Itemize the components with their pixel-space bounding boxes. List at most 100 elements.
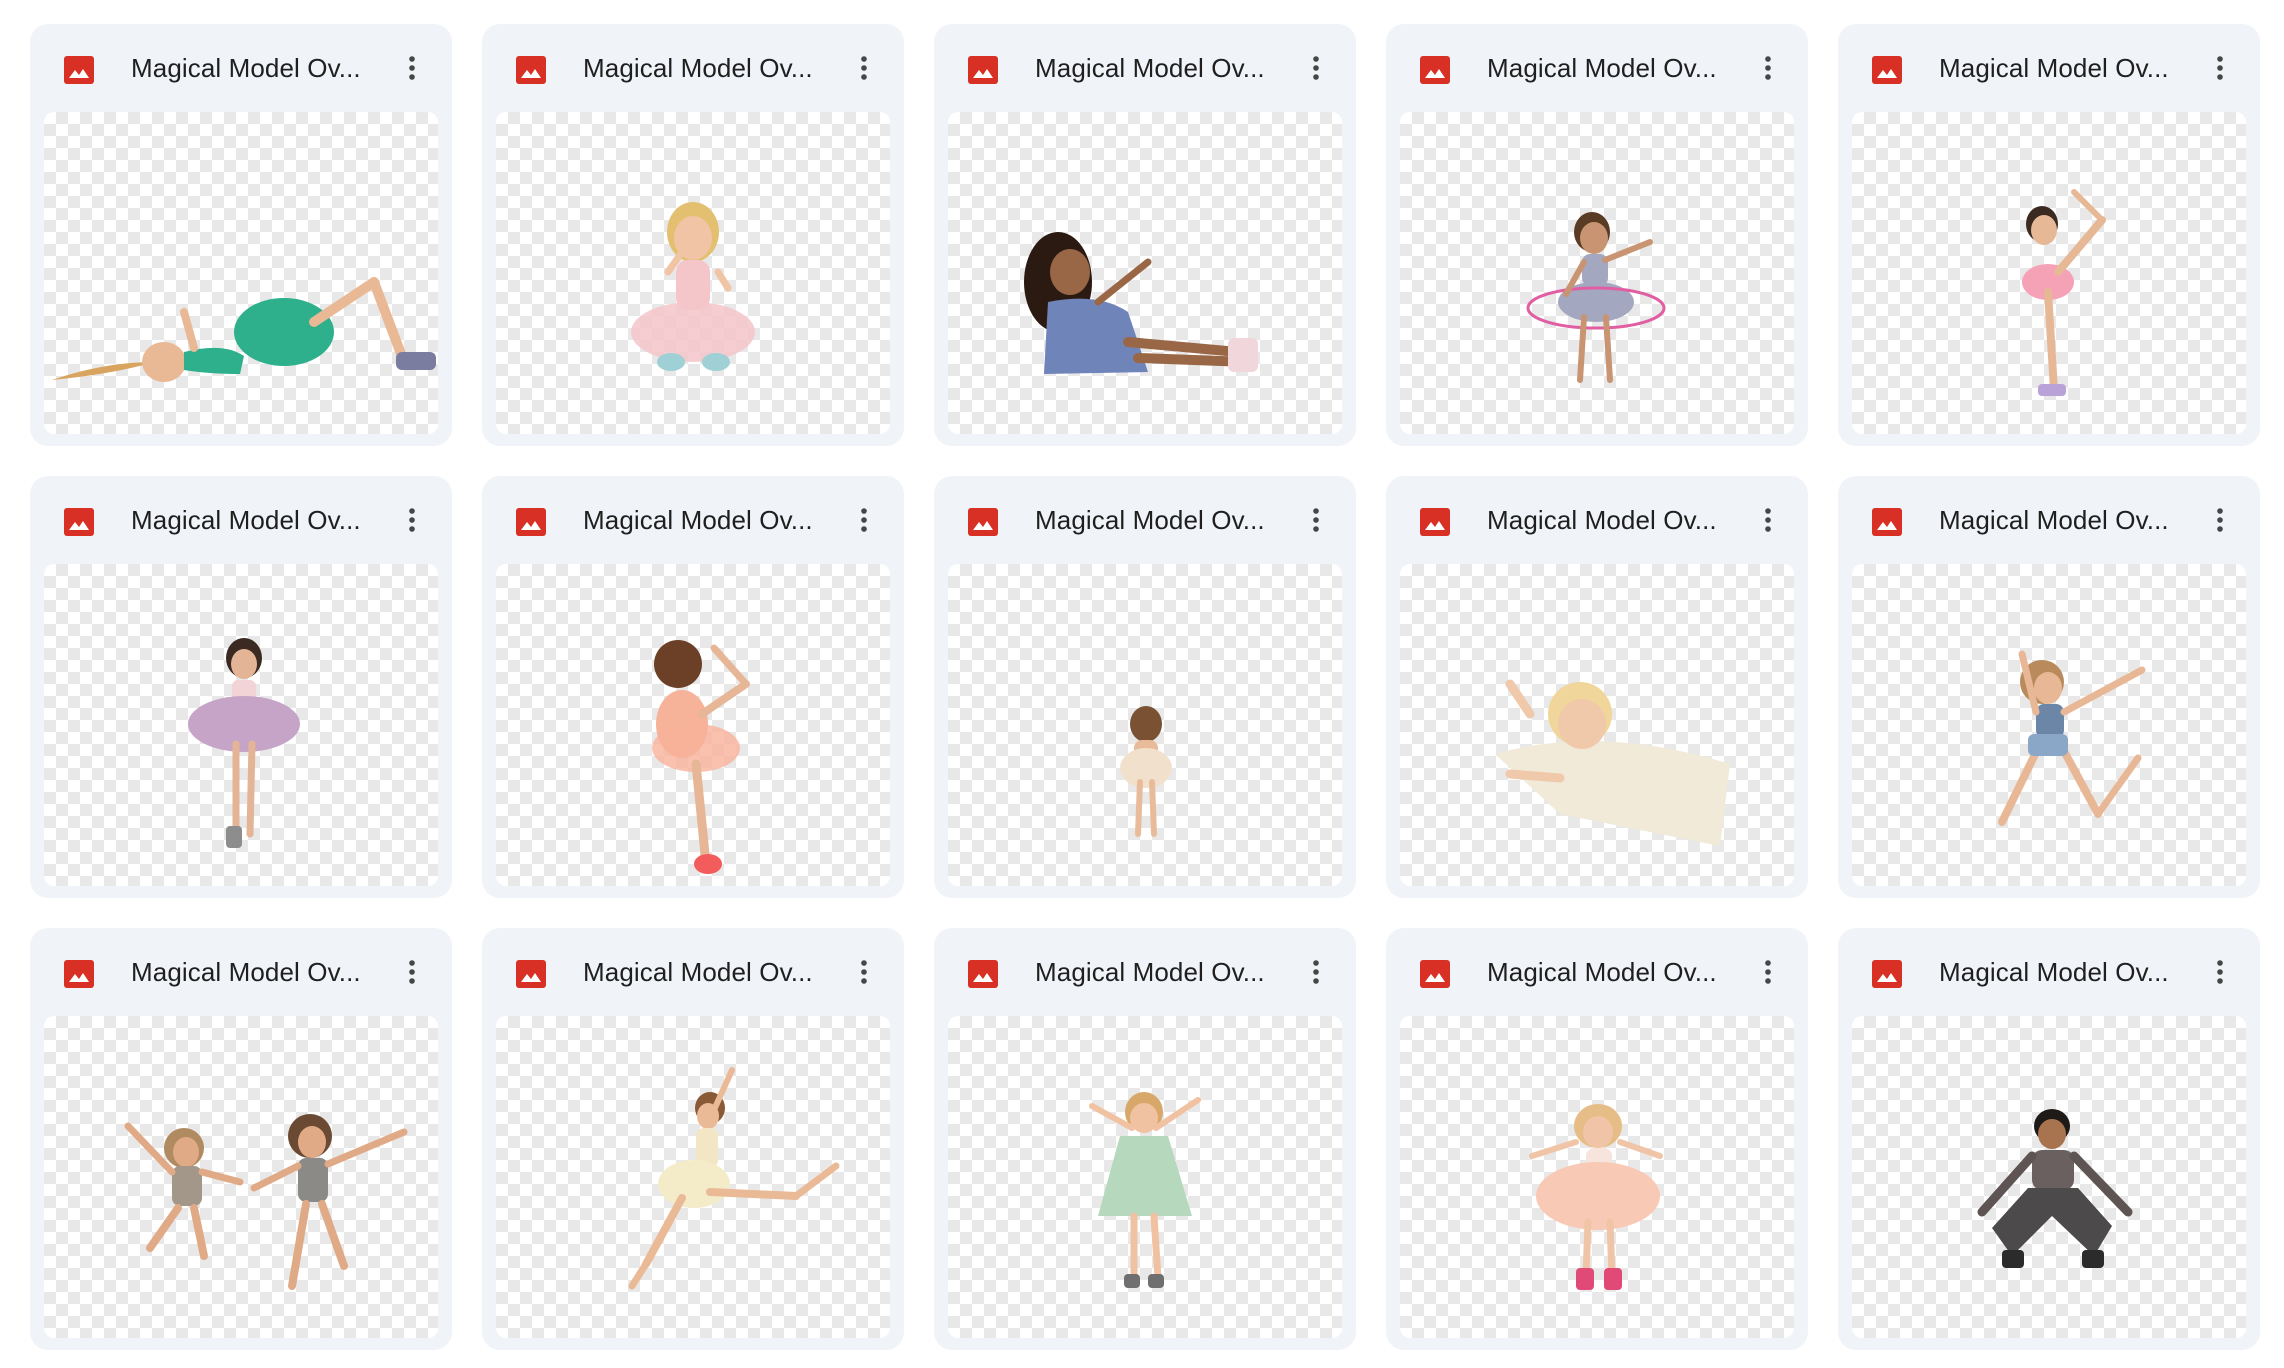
file-card-header: Magical Model Ov...	[1838, 24, 2260, 112]
image-file-icon	[516, 508, 546, 536]
more-vert-icon[interactable]	[844, 500, 884, 540]
file-name: Magical Model Ov...	[131, 505, 361, 535]
file-card[interactable]: Magical Model Ov...	[482, 476, 904, 898]
image-file-icon	[1872, 56, 1902, 84]
file-card[interactable]: Magical Model Ov...	[482, 928, 904, 1350]
file-name: Magical Model Ov...	[1487, 53, 1717, 83]
image-file-icon	[1420, 508, 1450, 536]
file-card[interactable]: Magical Model Ov...	[934, 24, 1356, 446]
more-vert-icon[interactable]	[392, 500, 432, 540]
image-file-icon	[516, 960, 546, 988]
image-file-icon	[516, 56, 546, 84]
file-card-header: Magical Model Ov...	[1386, 24, 1808, 112]
image-file-icon	[1420, 960, 1450, 988]
file-card[interactable]: Magical Model Ov...	[1838, 928, 2260, 1350]
file-thumbnail[interactable]	[1852, 1016, 2246, 1338]
figure	[1024, 232, 1258, 374]
more-vert-icon[interactable]	[2200, 500, 2240, 540]
more-vert-icon[interactable]	[1748, 48, 1788, 88]
file-card-header: Magical Model Ov...	[30, 928, 452, 1016]
figure	[1495, 679, 1730, 846]
file-thumbnail[interactable]	[44, 1016, 438, 1338]
file-name: Magical Model Ov...	[1939, 957, 2169, 987]
image-file-icon	[1420, 56, 1450, 84]
file-card-header: Magical Model Ov...	[482, 928, 904, 1016]
more-vert-icon[interactable]	[1296, 952, 1336, 992]
file-name: Magical Model Ov...	[583, 957, 813, 987]
figure	[52, 277, 436, 382]
more-vert-icon[interactable]	[1296, 500, 1336, 540]
file-card-header: Magical Model Ov...	[934, 928, 1356, 1016]
file-name: Magical Model Ov...	[1487, 957, 1717, 987]
image-file-icon	[64, 508, 94, 536]
file-thumbnail[interactable]	[1852, 112, 2246, 434]
file-thumbnail[interactable]	[948, 112, 1342, 434]
file-card[interactable]: Magical Model Ov...	[1386, 24, 1808, 446]
image-file-icon	[64, 56, 94, 84]
file-card-header: Magical Model Ov...	[1386, 928, 1808, 1016]
file-card-header: Magical Model Ov...	[482, 24, 904, 112]
more-vert-icon[interactable]	[392, 48, 432, 88]
figure	[1977, 1109, 2133, 1268]
file-name: Magical Model Ov...	[1035, 505, 1265, 535]
figure	[124, 1114, 408, 1290]
image-file-icon	[1872, 960, 1902, 988]
more-vert-icon[interactable]	[1748, 500, 1788, 540]
more-vert-icon[interactable]	[2200, 952, 2240, 992]
file-thumbnail[interactable]	[496, 112, 890, 434]
file-card-header: Magical Model Ov...	[482, 476, 904, 564]
file-card[interactable]: Magical Model Ov...	[482, 24, 904, 446]
file-card-header: Magical Model Ov...	[30, 476, 452, 564]
more-vert-icon[interactable]	[2200, 48, 2240, 88]
more-vert-icon[interactable]	[392, 952, 432, 992]
file-card-header: Magical Model Ov...	[934, 24, 1356, 112]
file-card-header: Magical Model Ov...	[1386, 476, 1808, 564]
figure	[2022, 189, 2106, 396]
file-card-header: Magical Model Ov...	[1838, 476, 2260, 564]
file-name: Magical Model Ov...	[1939, 53, 2169, 83]
file-card-header: Magical Model Ov...	[30, 24, 452, 112]
file-card-header: Magical Model Ov...	[934, 476, 1356, 564]
image-file-icon	[1872, 508, 1902, 536]
file-thumbnail[interactable]	[496, 564, 890, 886]
file-thumbnail[interactable]	[44, 564, 438, 886]
file-name: Magical Model Ov...	[1487, 505, 1717, 535]
figure	[1089, 1092, 1201, 1288]
file-thumbnail[interactable]	[496, 1016, 890, 1338]
file-card[interactable]: Magical Model Ov...	[30, 928, 452, 1350]
image-file-icon	[968, 508, 998, 536]
image-file-icon	[64, 960, 94, 988]
figure	[652, 640, 750, 874]
file-grid: Magical Model Ov... Magical Model Ov... Ma…	[30, 24, 2260, 1350]
file-name: Magical Model Ov...	[1035, 53, 1265, 83]
file-name: Magical Model Ov...	[583, 53, 813, 83]
file-card[interactable]: Magical Model Ov...	[1838, 476, 2260, 898]
file-thumbnail[interactable]	[1852, 564, 2246, 886]
file-card[interactable]: Magical Model Ov...	[1838, 24, 2260, 446]
file-thumbnail[interactable]	[1400, 564, 1794, 886]
file-thumbnail[interactable]	[1400, 112, 1794, 434]
figure	[631, 202, 755, 371]
figure	[1529, 1104, 1663, 1290]
figure	[1526, 212, 1666, 383]
file-card[interactable]: Magical Model Ov...	[30, 24, 452, 446]
image-file-icon	[968, 56, 998, 84]
more-vert-icon[interactable]	[844, 952, 884, 992]
file-card[interactable]: Magical Model Ov...	[1386, 476, 1808, 898]
file-card[interactable]: Magical Model Ov...	[934, 476, 1356, 898]
file-card[interactable]: Magical Model Ov...	[1386, 928, 1808, 1350]
file-card[interactable]: Magical Model Ov...	[934, 928, 1356, 1350]
file-card[interactable]: Magical Model Ov...	[30, 476, 452, 898]
file-thumbnail[interactable]	[948, 1016, 1342, 1338]
figure	[1998, 650, 2146, 826]
file-thumbnail[interactable]	[44, 112, 438, 434]
file-thumbnail[interactable]	[1400, 1016, 1794, 1338]
file-thumbnail[interactable]	[948, 564, 1342, 886]
file-name: Magical Model Ov...	[131, 957, 361, 987]
more-vert-icon[interactable]	[844, 48, 884, 88]
figure	[628, 1067, 840, 1290]
figure	[188, 638, 300, 848]
more-vert-icon[interactable]	[1748, 952, 1788, 992]
file-card-header: Magical Model Ov...	[1838, 928, 2260, 1016]
more-vert-icon[interactable]	[1296, 48, 1336, 88]
